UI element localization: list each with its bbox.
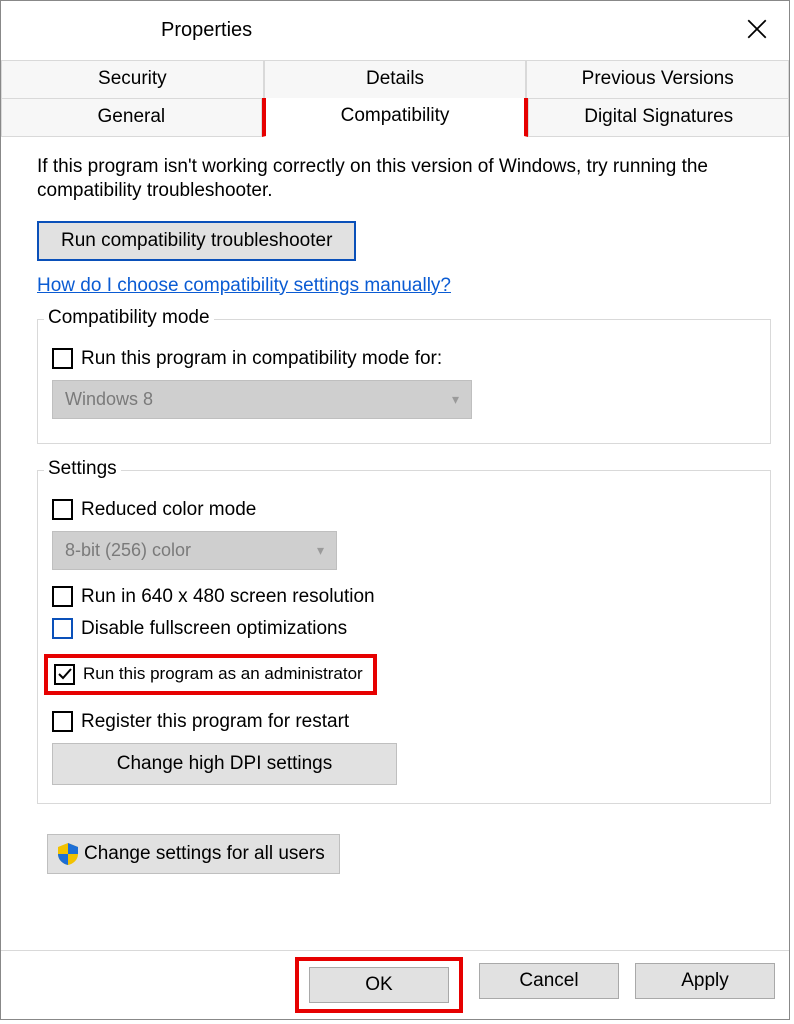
ok-button[interactable]: OK — [309, 967, 449, 1003]
register-restart-checkbox[interactable] — [52, 711, 73, 732]
properties-dialog: Properties Security Details Previous Ver… — [0, 0, 790, 1020]
color-depth-select: 8-bit (256) color ▾ — [52, 531, 337, 570]
ok-highlight: OK — [295, 957, 463, 1013]
window-title: Properties — [161, 19, 252, 42]
disable-fullscreen-checkbox[interactable] — [52, 618, 73, 639]
reduced-color-checkbox[interactable] — [52, 499, 73, 520]
close-icon — [747, 19, 767, 39]
cancel-button[interactable]: Cancel — [479, 963, 619, 999]
tab-details[interactable]: Details — [264, 61, 527, 99]
tab-strip: Security Details Previous Versions Gener… — [1, 61, 789, 137]
intro-text: If this program isn't working correctly … — [37, 155, 771, 203]
compat-mode-label: Run this program in compatibility mode f… — [81, 348, 442, 370]
run-as-admin-checkbox[interactable] — [54, 664, 75, 685]
change-all-users-button[interactable]: Change settings for all users — [47, 834, 340, 874]
help-link[interactable]: How do I choose compatibility settings m… — [37, 275, 451, 297]
tab-compatibility[interactable]: Compatibility — [262, 98, 529, 137]
close-button[interactable] — [724, 1, 789, 56]
change-dpi-button[interactable]: Change high DPI settings — [52, 743, 397, 785]
settings-group: Settings Reduced color mode 8-bit (256) … — [37, 470, 771, 804]
run-as-admin-highlight: Run this program as an administrator — [44, 654, 377, 695]
run-troubleshooter-button[interactable]: Run compatibility troubleshooter — [37, 221, 356, 261]
shield-icon — [58, 843, 78, 865]
tab-general[interactable]: General — [1, 99, 262, 137]
compat-mode-checkbox[interactable] — [52, 348, 73, 369]
dialog-footer: OK Cancel Apply — [1, 950, 789, 1019]
tab-previous-versions[interactable]: Previous Versions — [526, 61, 789, 99]
settings-legend: Settings — [44, 458, 121, 480]
chevron-down-icon: ▾ — [317, 542, 324, 559]
checkmark-icon — [57, 666, 73, 682]
compat-mode-select: Windows 8 ▾ — [52, 380, 472, 419]
tab-security[interactable]: Security — [1, 61, 264, 99]
disable-fullscreen-label: Disable fullscreen optimizations — [81, 618, 347, 640]
titlebar: Properties — [1, 1, 789, 61]
compatibility-mode-legend: Compatibility mode — [44, 307, 214, 329]
chevron-down-icon: ▾ — [452, 391, 459, 408]
color-depth-value: 8-bit (256) color — [65, 540, 191, 561]
lowres-label: Run in 640 x 480 screen resolution — [81, 586, 375, 608]
register-restart-label: Register this program for restart — [81, 711, 349, 733]
tab-digital-signatures[interactable]: Digital Signatures — [528, 99, 789, 137]
tab-content: If this program isn't working correctly … — [1, 137, 789, 874]
compatibility-mode-group: Compatibility mode Run this program in c… — [37, 319, 771, 444]
run-as-admin-label: Run this program as an administrator — [83, 664, 363, 684]
change-all-users-label: Change settings for all users — [84, 843, 325, 865]
reduced-color-label: Reduced color mode — [81, 499, 256, 521]
lowres-checkbox[interactable] — [52, 586, 73, 607]
apply-button[interactable]: Apply — [635, 963, 775, 999]
compat-mode-select-value: Windows 8 — [65, 389, 153, 410]
